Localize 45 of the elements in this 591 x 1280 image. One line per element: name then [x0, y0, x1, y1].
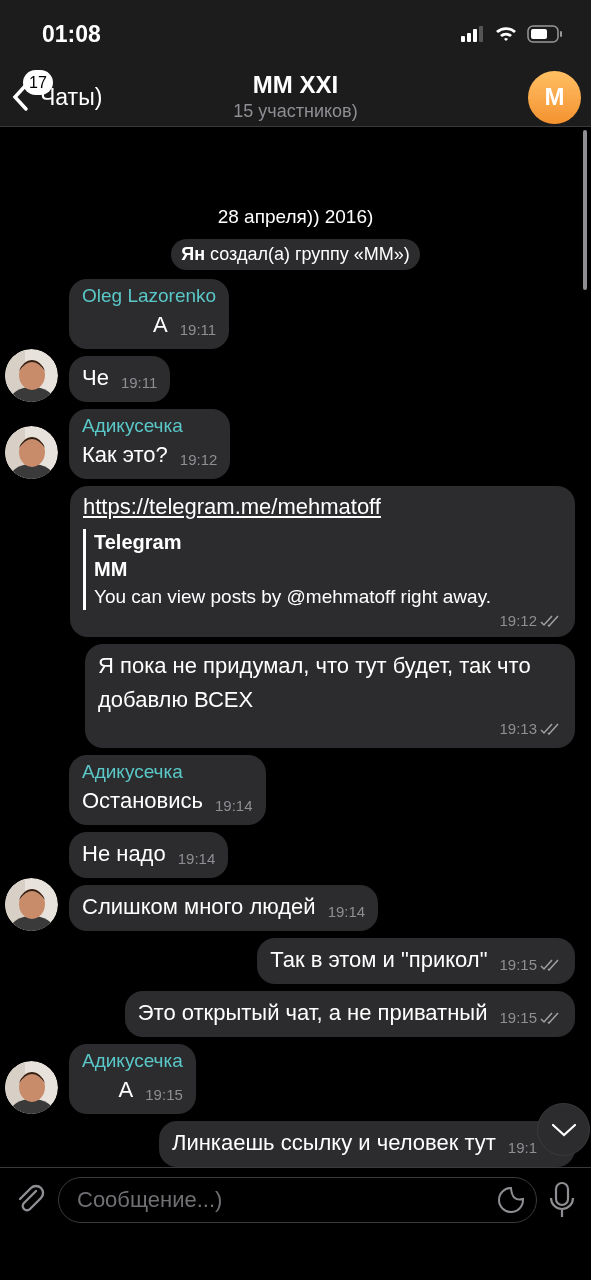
scroll-down-button[interactable]: [537, 1103, 590, 1156]
sender-name: Адикусечка: [82, 1049, 183, 1073]
message-text: Остановись: [82, 787, 203, 815]
link[interactable]: https://telegram.me/mehmatoff: [83, 493, 381, 519]
message-time: 19:13: [499, 719, 537, 739]
chevron-down-icon: [550, 1122, 577, 1137]
message-time: 19:11: [120, 372, 158, 393]
wifi-icon: [495, 26, 517, 42]
preview-text: You can view posts by @mehmatoff right away.: [94, 584, 493, 609]
message-input[interactable]: Сообщение...): [77, 1178, 496, 1222]
message-text: Я пока не придумал, что тут будет, так что добавлю ВСЕХ: [98, 652, 532, 714]
chat-title: MM XXI: [252, 70, 339, 100]
preview-site: Telegram: [94, 529, 183, 555]
message-text: Как это?: [82, 440, 168, 469]
message-text: Че: [82, 363, 109, 392]
message-time: 19:12: [499, 610, 537, 631]
sticker-icon[interactable]: [496, 1185, 526, 1215]
microphone-icon[interactable]: [547, 1180, 577, 1220]
sender-name: Адикусечка: [82, 760, 184, 784]
preview-title: MM: [94, 556, 129, 582]
status-time: 01:08: [42, 19, 101, 49]
sender-name: Адикусечка: [82, 413, 184, 438]
date-label: 28 апреля)) 2016): [217, 205, 374, 229]
message-time: 19:14: [327, 902, 366, 922]
message-text: Не надо: [82, 840, 166, 868]
message-time: 19:12: [179, 449, 218, 470]
message-text: А: [118, 1076, 134, 1104]
message-text: Линкаешь ссылку и человек тут: [172, 1129, 496, 1157]
message-time: 19:1: [507, 1138, 537, 1158]
message-text: Это открытый чат, а не приватный: [137, 999, 488, 1027]
message-time: 19:15: [499, 955, 537, 975]
battery-icon: [527, 25, 563, 43]
message-time: 19:15: [145, 1085, 183, 1105]
signal-icon: [461, 26, 485, 42]
message-time: 19:14: [177, 849, 216, 869]
message-time: 19:15: [499, 1008, 537, 1028]
message-time: 19:11: [179, 319, 217, 340]
message-text: Слишком много людей: [82, 893, 316, 921]
sender-name: Oleg Lazorenko: [82, 283, 217, 308]
service-message: Ян создал(а) группу «ММ»): [171, 238, 420, 270]
message-field[interactable]: Сообщение...): [58, 1177, 537, 1223]
message-text: Так в этом и "прикол": [270, 946, 488, 974]
chat-subtitle: 15 участников): [233, 100, 358, 122]
message-time: 19:14: [215, 796, 253, 816]
message-text: А: [153, 310, 168, 339]
